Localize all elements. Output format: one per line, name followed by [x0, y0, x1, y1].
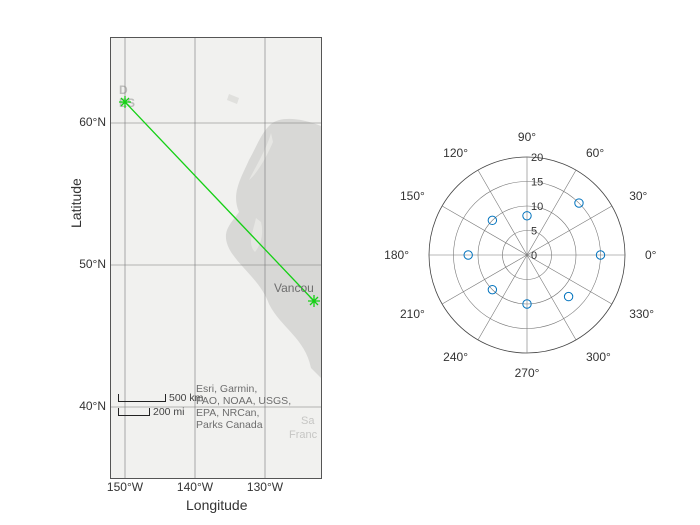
map-xtick: 130°W	[240, 480, 290, 494]
polar-r-tick: 15	[531, 177, 543, 189]
map-xlabel: Longitude	[186, 497, 248, 513]
map-city-label: Vancou	[274, 281, 314, 295]
polar-theta-tick: 120°	[443, 146, 468, 160]
polar-axes: 0°30°60°90°120°150°180°210°240°270°300°3…	[392, 120, 662, 390]
polar-r-tick: 0	[531, 250, 537, 262]
map-ylabel: Latitude	[68, 178, 84, 228]
polar-r-tick: 20	[531, 152, 543, 164]
polar-theta-tick: 240°	[443, 350, 468, 364]
polar-theta-tick: 330°	[629, 307, 654, 321]
polar-theta-tick: 270°	[515, 366, 540, 380]
polar-theta-tick: 60°	[586, 146, 604, 160]
map-ytick: 40°N	[56, 399, 106, 413]
polar-point	[564, 292, 572, 300]
map-attribution: Esri, Garmin, FAO, NOAA, USGS, EPA, NRCa…	[196, 383, 326, 431]
polar-theta-tick: 180°	[384, 248, 409, 262]
map-ytick: 50°N	[56, 257, 106, 271]
polar-r-tick: 10	[531, 201, 543, 213]
polar-theta-tick: 0°	[645, 248, 657, 262]
svg-text:D: D	[119, 83, 128, 97]
polar-theta-tick: 150°	[400, 189, 425, 203]
map-scalebar: 500 km 200 mi	[118, 391, 203, 419]
polar-theta-tick: 210°	[400, 307, 425, 321]
map-xtick: 150°W	[100, 480, 150, 494]
polar-r-tick: 5	[531, 226, 537, 238]
polar-theta-tick: 90°	[518, 130, 536, 144]
map-xtick: 140°W	[170, 480, 220, 494]
map-ytick: 60°N	[56, 115, 106, 129]
polar-theta-tick: 300°	[586, 350, 611, 364]
polar-theta-tick: 30°	[629, 189, 647, 203]
